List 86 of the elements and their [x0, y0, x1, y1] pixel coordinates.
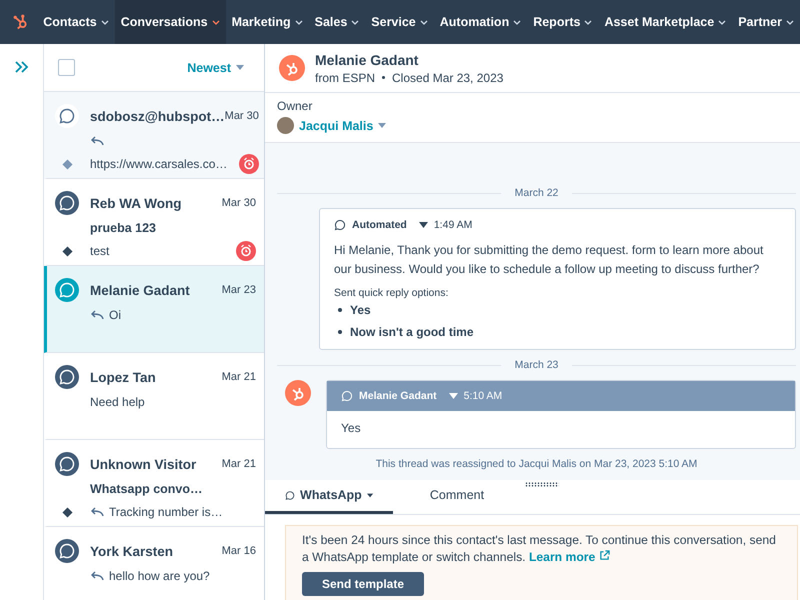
sprocket-avatar-icon: [279, 55, 305, 81]
contact-name: Melanie Gadant: [315, 52, 420, 68]
message-time: 1:49 AM: [434, 219, 472, 232]
message-preview: https://www.carsales.co…: [90, 157, 228, 171]
nav-menu-item[interactable]: Automation: [434, 0, 528, 44]
contact-name: Unknown Visitor: [90, 456, 196, 472]
owner-label: Owner: [277, 99, 314, 113]
conversation-subject: Whatsapp convo…: [90, 482, 203, 496]
caret-icon: [294, 20, 303, 24]
whatsapp-avatar-icon: [55, 452, 79, 476]
select-all-checkbox[interactable]: [58, 59, 75, 76]
message-text: Yes: [340, 420, 362, 438]
sender-name: Automated: [352, 219, 407, 232]
caret-icon: [100, 20, 109, 24]
caret-icon: [366, 492, 373, 498]
nav-menu-item[interactable]: Sales: [308, 0, 366, 44]
quick-reply-option: Yes: [350, 303, 371, 318]
whatsapp-icon: [285, 488, 296, 502]
whatsapp-avatar-icon: [55, 104, 79, 128]
conversation-date: Mar 30: [222, 197, 256, 209]
contact-name: sdobosz@hubspot…: [90, 108, 225, 124]
contact-name: Lopez Tan: [90, 370, 156, 384]
whatsapp-avatar-icon: [55, 278, 79, 302]
conversation-date: Mar 16: [222, 545, 256, 557]
owner-dropdown[interactable]: Jacqui Malis: [299, 118, 386, 132]
caret-icon: [786, 20, 794, 24]
caret-icon: [513, 20, 522, 24]
composer-tab[interactable]: Comment: [393, 480, 521, 514]
nav-menu-item[interactable]: Reports: [527, 0, 598, 44]
caret-icon: [378, 123, 386, 128]
nav-menu-item[interactable]: Partner: [732, 0, 800, 44]
nav-menu-item[interactable]: Contacts: [37, 0, 115, 44]
learn-more-link[interactable]: Learn more: [528, 550, 610, 564]
conversation-item[interactable]: sdobosz@hubspot…Mar 30 https://www.carsales.co…: [44, 92, 264, 179]
quick-reply-label: Sent quick reply options:: [334, 287, 450, 300]
sort-dropdown[interactable]: Newest: [181, 60, 250, 76]
whatsapp-avatar-icon: [55, 539, 79, 563]
contact-name: Reb WA Wong: [90, 196, 182, 210]
message-preview: Oi: [109, 308, 121, 322]
contact-name: York Karsten: [90, 544, 174, 558]
notice-text: It's been 24 hours since this contact's last message. To continue this conversation, send a WhatsApp template or switch channels. Learn more: [302, 532, 777, 566]
message-preview: Tracking number is…: [109, 505, 223, 519]
expand-icon[interactable]: [14, 61, 28, 73]
message-preview: hello how are you?: [109, 569, 210, 583]
resize-handle[interactable]: [525, 482, 559, 487]
nav-menu-item[interactable]: Conversations: [114, 0, 226, 44]
whatsapp-icon: [341, 390, 353, 402]
message-time: 5:10 AM: [464, 390, 502, 402]
message-preview: test: [90, 244, 110, 258]
sprocket-avatar-icon: [285, 380, 311, 406]
conversation-item[interactable]: Melanie Gadant Mar 23 Oi: [44, 266, 264, 353]
nav-menu-item[interactable]: Marketing: [226, 0, 309, 44]
conversation-subject: prueba 123: [90, 221, 156, 235]
conversation-date: Mar 30: [224, 110, 259, 122]
caret-icon[interactable]: [418, 222, 428, 228]
conversation-date: Mar 23: [222, 284, 256, 296]
separator-dot-icon: [382, 76, 386, 79]
message-text: Hi Melanie, Thank you for submitting the demo request. form to learn more about our business. Would you like to schedule a follow up meeting to discuss further?: [334, 242, 764, 278]
conversation-date: Mar 21: [222, 458, 256, 470]
caret-icon: [420, 20, 428, 24]
whatsapp-icon: [334, 219, 346, 232]
bullet-icon: [338, 308, 342, 312]
date-divider: March 22: [514, 187, 558, 200]
caret-icon: [584, 20, 592, 24]
caret-icon: [351, 20, 360, 24]
sender-name: Melanie Gadant: [359, 390, 437, 402]
nav-menu-item[interactable]: Service: [365, 0, 434, 44]
external-link-icon: [598, 550, 610, 562]
caret-icon: [718, 20, 726, 24]
date-divider: March 23: [514, 359, 558, 372]
quick-reply-option: Now isn't a good time: [350, 325, 474, 340]
bullet-icon: [338, 330, 342, 334]
avatar-icon: [277, 117, 294, 134]
nav-menu-item[interactable]: Asset Marketplace: [598, 0, 732, 44]
whatsapp-avatar-icon: [55, 191, 79, 215]
company-text: from ESPN: [315, 70, 376, 84]
send-template-button[interactable]: Send template: [302, 572, 424, 596]
whatsapp-avatar-icon: [55, 365, 79, 389]
composer-tab[interactable]: WhatsApp: [265, 480, 393, 514]
event-note: This thread was reassigned to Jacqui Malis on Mar 23, 2023 5:10 AM: [374, 458, 698, 470]
caret-icon: [236, 65, 244, 70]
caret-icon: [212, 20, 220, 24]
contact-name: Melanie Gadant: [90, 282, 190, 298]
conversation-date: Mar 21: [222, 371, 256, 383]
message-preview: Need help: [90, 395, 145, 409]
status-text: Closed Mar 23, 2023: [392, 70, 504, 84]
